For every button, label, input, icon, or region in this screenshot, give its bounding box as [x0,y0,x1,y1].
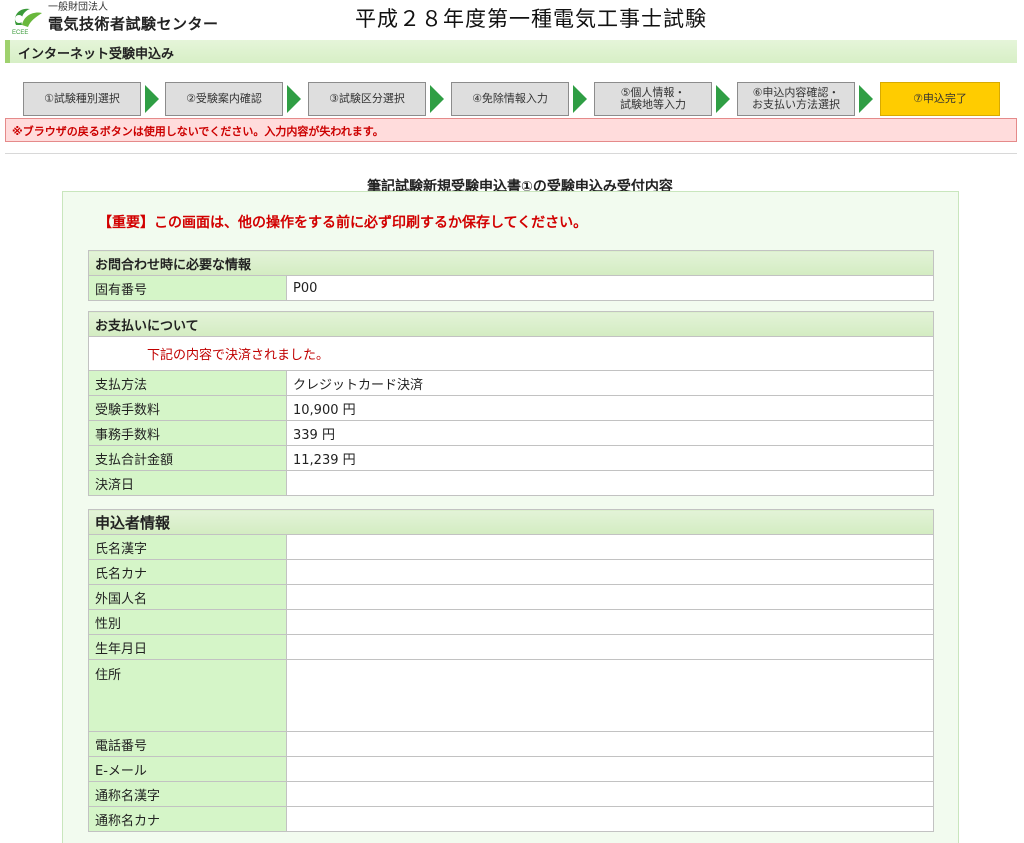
step-2: ②受験案内確認 [165,82,283,116]
name-kanji-value [286,534,934,560]
name-kanji-label: 氏名漢字 [88,534,287,560]
applicant-heading: 申込者情報 [88,509,934,535]
exam-title: 平成２８年度第一種電気工事士試験 [355,7,707,31]
unique-id-label: 固有番号 [88,275,287,301]
payment-date-label: 決済日 [88,470,287,496]
important-notice: 【重要】この画面は、他の操作をする前に必ず印刷するか保存してください。 [98,215,588,231]
ecee-logo-icon: ECEE [12,8,42,35]
name-kana-label: 氏名カナ [88,559,287,585]
foreign-name-label: 外国人名 [88,584,287,610]
total-amount-value: 11,239 円 [286,445,934,471]
exam-fee-label: 受験手数料 [88,395,287,421]
alias-kana-label: 通称名カナ [88,806,287,832]
admin-fee-label: 事務手数料 [88,420,287,446]
birth-date-value [286,634,934,660]
receipt-panel: 【重要】この画面は、他の操作をする前に必ず印刷するか保存してください。 お問合わ… [62,191,959,843]
step-7-current: ⑦申込完了 [880,82,1000,116]
org-name: 電気技術者試験センター [48,15,219,33]
step-arrow-icon [573,85,587,113]
back-button-warning: ※ブラウザの戻るボタンは使用しないでください。入力内容が失われます。 [5,118,1017,142]
section-bar: インターネット受験申込み [5,40,1017,63]
phone-label: 電話番号 [88,731,287,757]
name-kana-value [286,559,934,585]
payment-method-value: クレジットカード決済 [286,370,934,396]
contact-info-table: お問合わせ時に必要な情報 固有番号 P00 [88,250,934,301]
payment-heading: お支払いについて [88,311,934,337]
step-arrow-icon [145,85,159,113]
step-arrow-icon [716,85,730,113]
contact-heading: お問合わせ時に必要な情報 [88,250,934,276]
foreign-name-value [286,584,934,610]
payment-table: お支払いについて 下記の内容で決済されました。 支払方法 クレジットカード決済 … [88,311,934,496]
org-type-label: 一般財団法人 [48,2,108,13]
step-arrow-icon [287,85,301,113]
step-1: ①試験種別選択 [23,82,141,116]
warning-text: ※ブラウザの戻るボタンは使用しないでください。入力内容が失われます。 [12,125,384,138]
phone-value [286,731,934,757]
address-value [286,659,934,732]
alias-kanji-label: 通称名漢字 [88,781,287,807]
divider [5,153,1017,154]
step-3: ③試験区分選択 [308,82,426,116]
step-5: ⑤個人情報・ 試験地等入力 [594,82,712,116]
applicant-table: 申込者情報 氏名漢字 氏名カナ 外国人名 性別 生年月日 住所 電話番号 E-メ… [88,509,934,832]
payment-date-value [286,470,934,496]
payment-notice: 下記の内容で決済されました。 [88,336,934,371]
svg-text:ECEE: ECEE [12,30,28,35]
admin-fee-value: 339 円 [286,420,934,446]
gender-label: 性別 [88,609,287,635]
step-6: ⑥申込内容確認・ お支払い方法選択 [737,82,855,116]
exam-fee-value: 10,900 円 [286,395,934,421]
step-arrow-icon [430,85,444,113]
alias-kanji-value [286,781,934,807]
birth-date-label: 生年月日 [88,634,287,660]
step-arrow-icon [859,85,873,113]
total-amount-label: 支払合計金額 [88,445,287,471]
step-4: ④免除情報入力 [451,82,569,116]
address-label: 住所 [88,659,287,732]
page-header: ECEE 一般財団法人 電気技術者試験センター 平成２８年度第一種電気工事士試験 [0,0,1024,38]
gender-value [286,609,934,635]
alias-kana-value [286,806,934,832]
email-value [286,756,934,782]
unique-id-value: P00 [286,275,934,301]
payment-method-label: 支払方法 [88,370,287,396]
email-label: E-メール [88,756,287,782]
section-title: インターネット受験申込み [18,47,175,62]
